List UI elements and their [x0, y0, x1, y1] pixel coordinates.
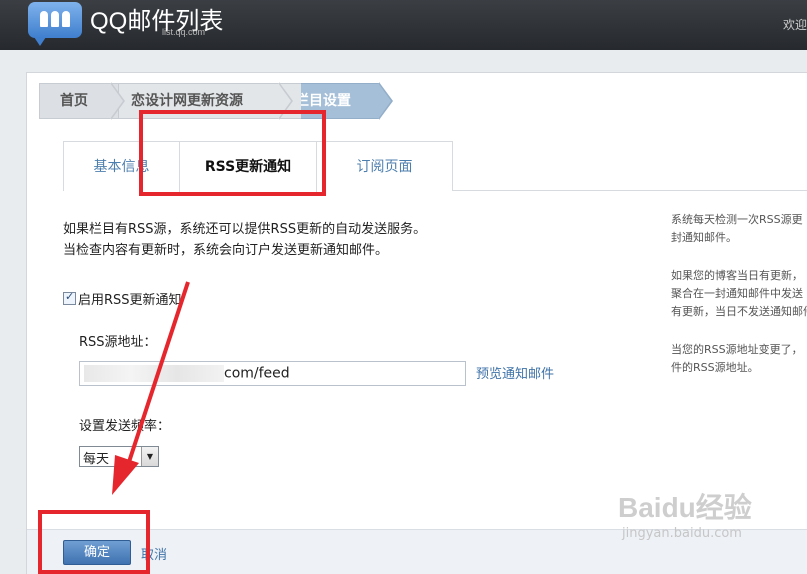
breadcrumb-separator-icon [110, 83, 123, 119]
qq-mail-list-logo-icon [28, 2, 82, 46]
welcome-text: 欢迎 [782, 18, 807, 32]
hint-line: 有更新，当日不发送通知邮件 [671, 305, 807, 318]
chevron-down-icon[interactable]: ▼ [141, 447, 158, 466]
hint-line: 当您的RSS源地址变更了， [671, 343, 803, 356]
hint-line: 聚合在一封通知邮件中发送 [671, 287, 803, 300]
tab-subscribe-page[interactable]: 订阅页面 [317, 141, 453, 191]
app-subtitle: list.qq.com [162, 27, 206, 37]
highlight-confirm-box [38, 510, 150, 574]
preview-email-link[interactable]: 预览通知邮件 [476, 363, 554, 382]
frequency-value: 每天 [83, 452, 110, 467]
watermark-main: Baidu经验 [618, 492, 752, 523]
frequency-select[interactable]: 每天 ▼ [79, 446, 159, 467]
hint-line: 如果您的博客当日有更新， [671, 269, 803, 282]
hint-multiple-updates: 如果您的博客当日有更新， 聚合在一封通知邮件中发送 有更新，当日不发送通知邮件 [671, 267, 807, 321]
hint-line: 件的RSS源地址。 [671, 361, 759, 374]
rss-url-input[interactable]: com/feed [79, 361, 466, 386]
hint-line: 系统每天检测一次RSS源更 [671, 213, 803, 226]
rss-description: 如果栏目有RSS源，系统还可以提供RSS更新的自动发送服务。 当检查内容有更新时… [63, 219, 426, 261]
breadcrumb-separator-icon [378, 83, 391, 119]
breadcrumb-home[interactable]: 首页 [39, 83, 119, 119]
hint-url-change: 当您的RSS源地址变更了， 件的RSS源地址。 [671, 341, 807, 377]
blurred-url-part [84, 365, 224, 382]
watermark-sub: jingyan.baidu.com [622, 526, 742, 541]
hint-check-frequency: 系统每天检测一次RSS源更 封通知邮件。 [671, 211, 807, 247]
app-header: QQ邮件列表 list.qq.com 欢迎 [0, 0, 807, 50]
baidu-jingyan-watermark: Baidu经验 jingyan.baidu.com [618, 486, 752, 541]
hint-line: 封通知邮件。 [671, 231, 737, 244]
enable-rss-label: 启用RSS更新通知 [78, 293, 182, 308]
enable-rss-checkbox[interactable] [63, 290, 76, 305]
frequency-label: 设置发送频率： [79, 419, 171, 434]
rss-url-value: com/feed [224, 365, 290, 382]
enable-rss-row[interactable]: 启用RSS更新通知 [63, 289, 182, 308]
description-line: 当检查内容有更新时，系统会向订户发送更新通知邮件。 [63, 243, 389, 258]
description-line: 如果栏目有RSS源，系统还可以提供RSS更新的自动发送服务。 [63, 222, 427, 237]
highlight-rss-tab-box [139, 110, 326, 196]
help-hints: 系统每天检测一次RSS源更 封通知邮件。 如果您的博客当日有更新， 聚合在一封通… [671, 211, 807, 397]
rss-url-label: RSS源地址： [79, 335, 157, 350]
